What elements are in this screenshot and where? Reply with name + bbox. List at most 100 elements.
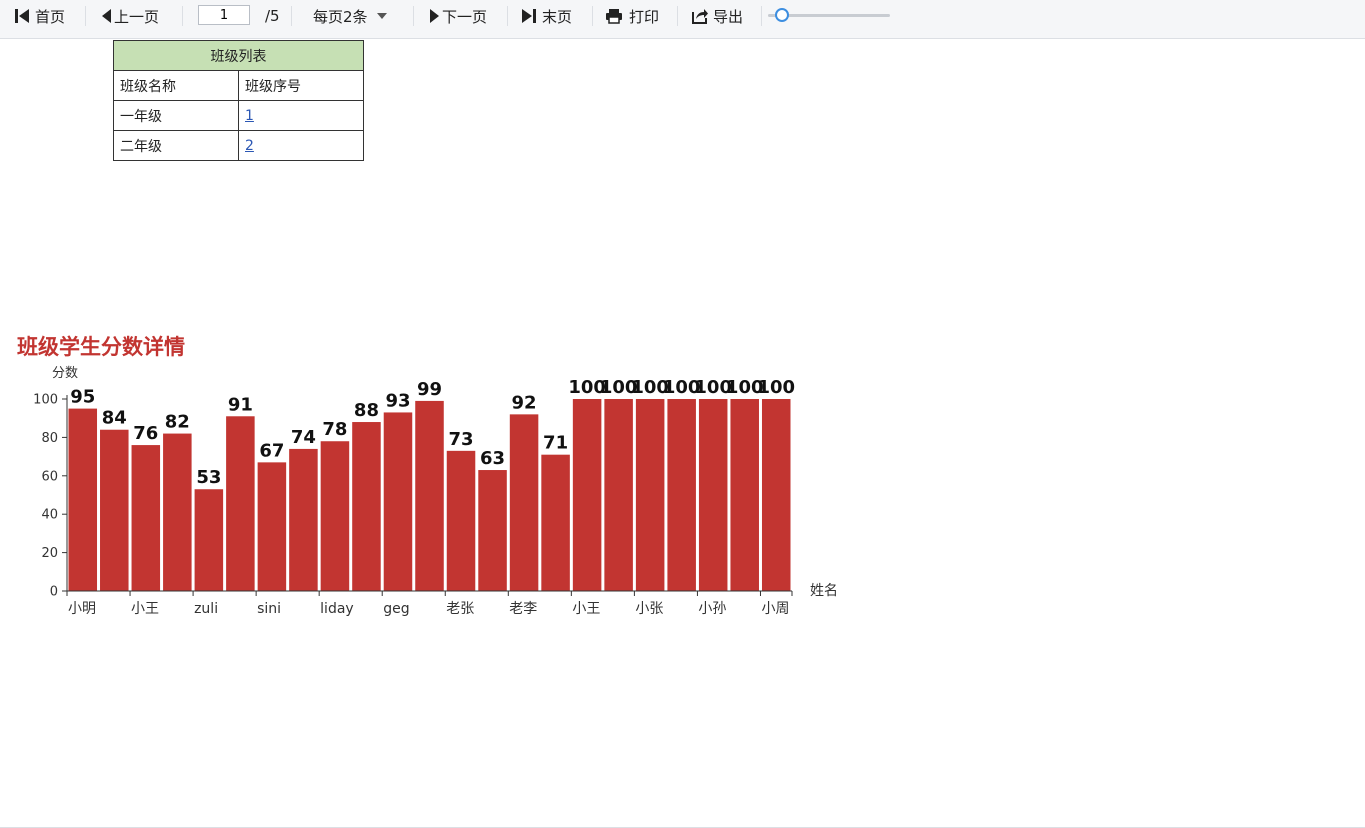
class-id-link[interactable]: 2 <box>245 138 254 154</box>
bar <box>226 416 255 591</box>
bar-value-label: 67 <box>259 440 284 461</box>
page-number-input[interactable] <box>198 5 250 25</box>
x-tick-label: 老张 <box>446 601 474 617</box>
x-tick-label: geg <box>383 601 409 617</box>
bar <box>635 399 665 591</box>
x-tick-label: 小周 <box>761 601 789 617</box>
next-page-button[interactable]: 下一页 <box>428 0 487 32</box>
bar-value-label: 74 <box>291 427 316 448</box>
prev-page-icon <box>100 7 112 25</box>
bar <box>446 450 476 591</box>
prev-page-label: 上一页 <box>114 7 160 26</box>
print-button[interactable]: 打印 <box>605 0 659 32</box>
y-tick-label: 60 <box>41 469 58 484</box>
class-name-cell: 一年级 <box>113 100 239 131</box>
last-page-icon <box>520 7 538 25</box>
bar <box>541 454 570 591</box>
bar <box>131 445 161 591</box>
next-page-label: 下一页 <box>442 7 488 26</box>
print-label: 打印 <box>629 7 660 26</box>
y-tick-label: 40 <box>41 508 58 523</box>
first-page-label: 首页 <box>35 7 66 26</box>
x-tick-label: 小明 <box>68 601 96 617</box>
bar-value-label: 82 <box>165 412 190 433</box>
bar <box>289 448 318 591</box>
toolbar-divider <box>291 6 292 26</box>
bar-value-label: 78 <box>322 419 347 440</box>
toolbar-divider <box>592 6 593 26</box>
bar-value-label: 99 <box>417 379 442 400</box>
bar <box>320 441 350 591</box>
export-button[interactable]: 导出 <box>691 0 743 32</box>
column-header-id: 班级序号 <box>238 70 364 101</box>
class-list-table: 班级列表 班级名称 班级序号 一年级 1 二年级 2 <box>113 40 364 161</box>
x-axis-label: 姓名 <box>810 583 838 599</box>
printer-icon <box>605 8 623 24</box>
x-tick-label: 小王 <box>572 601 600 617</box>
x-tick-label: 老李 <box>509 601 537 617</box>
score-bar-chart: 分数 0 20 40 60 80 100 95 84 76 82 53 91 67 74 78 88 93 99 73… <box>33 366 838 617</box>
first-page-button[interactable]: 首页 <box>13 0 65 32</box>
y-tick-label: 100 <box>33 393 58 408</box>
export-icon <box>691 8 709 24</box>
toolbar-divider <box>85 6 86 26</box>
table-header-row: 班级名称 班级序号 <box>113 70 364 101</box>
y-tick-label: 20 <box>41 546 58 561</box>
table-row: 二年级 2 <box>113 130 364 161</box>
page-total: /5 <box>265 0 280 32</box>
class-id-link[interactable]: 1 <box>245 108 254 124</box>
toolbar-divider <box>182 6 183 26</box>
bar <box>572 399 602 591</box>
x-tick-label: 小王 <box>131 601 159 617</box>
bar <box>730 399 759 591</box>
class-name-cell: 二年级 <box>113 130 239 161</box>
per-page-label: 每页2条 <box>313 7 368 26</box>
bar-value-label: 71 <box>543 433 568 454</box>
bar <box>761 399 791 591</box>
bar <box>68 408 98 591</box>
toolbar-divider <box>507 6 508 26</box>
prev-page-button[interactable]: 上一页 <box>100 0 159 32</box>
toolbar-divider <box>677 6 678 26</box>
y-axis-label: 分数 <box>52 366 78 381</box>
y-tick-label: 80 <box>41 431 58 446</box>
bar-value-label: 95 <box>70 387 95 408</box>
bar <box>194 489 224 591</box>
report-toolbar: 首页 上一页 /5 每页2条 下一页 末页 打印 <box>0 0 1365 39</box>
column-header-name: 班级名称 <box>113 70 239 101</box>
bar-value-label: 100 <box>757 377 795 398</box>
bar <box>604 399 633 591</box>
last-page-button[interactable]: 末页 <box>520 0 572 32</box>
last-page-label: 末页 <box>542 7 573 26</box>
export-label: 导出 <box>713 7 744 26</box>
toolbar-divider <box>761 6 762 26</box>
next-page-icon <box>428 7 440 25</box>
bar <box>100 429 129 591</box>
table-row: 一年级 1 <box>113 100 364 131</box>
zoom-slider-handle[interactable] <box>775 8 789 22</box>
x-tick-label: liday <box>320 601 354 617</box>
x-tick-label: sini <box>257 601 281 617</box>
first-page-icon <box>13 7 31 25</box>
bar <box>352 422 381 591</box>
class-id-cell: 1 <box>238 100 364 131</box>
bar-value-label: 92 <box>512 392 537 413</box>
bar-value-label: 76 <box>133 423 158 444</box>
bar <box>257 462 287 591</box>
x-tick-label: zuli <box>194 601 218 617</box>
bar <box>478 470 507 591</box>
bar <box>698 399 728 591</box>
bar <box>163 433 192 591</box>
toolbar-divider <box>413 6 414 26</box>
bar-value-label: 91 <box>228 394 253 415</box>
bar-value-label: 73 <box>448 429 473 450</box>
bar-value-label: 84 <box>102 408 127 429</box>
bar-value-label: 93 <box>385 390 410 411</box>
per-page-select[interactable]: 每页2条 <box>313 0 387 32</box>
class-id-cell: 2 <box>238 130 364 161</box>
bar-value-label: 88 <box>354 400 379 421</box>
chevron-down-icon <box>376 13 387 19</box>
y-tick-label: 0 <box>50 585 58 600</box>
bar-value-label: 63 <box>480 448 505 469</box>
page-total-label: /5 <box>265 7 280 25</box>
